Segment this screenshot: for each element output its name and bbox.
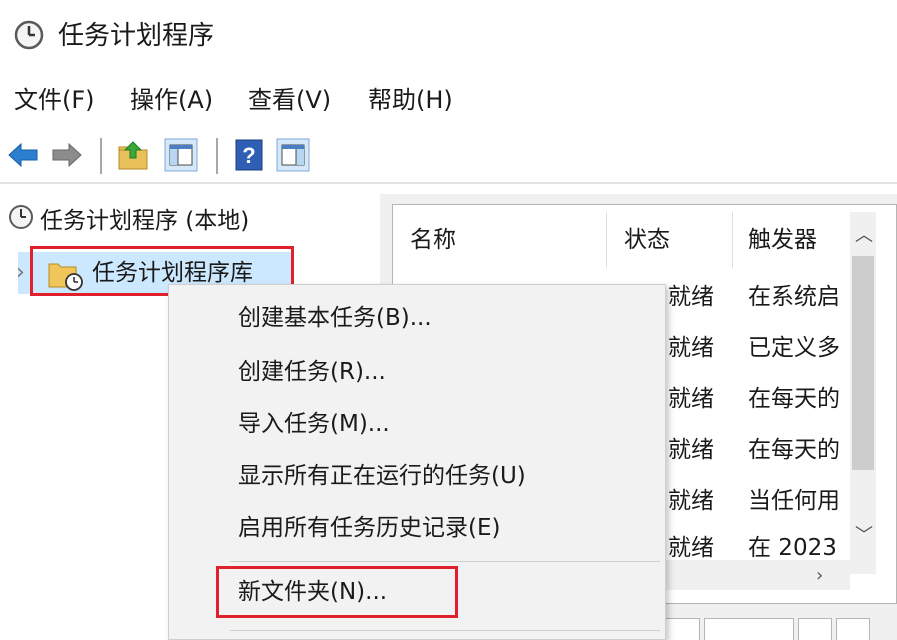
help-icon[interactable]: ? xyxy=(232,138,266,172)
details-tab-strip xyxy=(640,618,880,640)
task-row-trigger[interactable]: 在系统启 xyxy=(748,282,846,312)
up-folder-icon[interactable] xyxy=(116,138,150,172)
vertical-scrollbar-thumb[interactable] xyxy=(852,256,874,470)
menu-separator xyxy=(230,630,660,631)
task-row-trigger[interactable]: 在每天的 xyxy=(748,435,846,465)
forward-arrow-icon[interactable] xyxy=(50,138,84,172)
task-row-status[interactable]: 就绪 xyxy=(668,333,734,363)
task-row-status[interactable]: 就绪 xyxy=(668,533,734,560)
menu-item-display-running-tasks[interactable]: 显示所有正在运行的任务(U) xyxy=(238,460,526,492)
clock-icon xyxy=(14,20,44,50)
back-arrow-icon[interactable] xyxy=(6,138,40,172)
menu-item-create-task[interactable]: 创建任务(R)... xyxy=(238,356,386,388)
highlight-box-new-folder xyxy=(216,566,458,618)
menu-action[interactable]: 操作(A) xyxy=(130,84,213,116)
column-separator[interactable] xyxy=(732,212,733,268)
tree-root-label: 任务计划程序 (本地) xyxy=(40,208,250,234)
task-row-trigger[interactable]: 在 2023 xyxy=(748,533,846,560)
column-status[interactable]: 状态 xyxy=(624,224,670,256)
window-title: 任务计划程序 xyxy=(58,21,215,51)
menu-file[interactable]: 文件(F) xyxy=(14,84,95,116)
column-separator[interactable] xyxy=(606,212,607,268)
task-row-status[interactable]: 就绪 xyxy=(668,435,734,465)
scroll-down-icon[interactable]: ﹀ xyxy=(855,526,873,546)
scroll-right-icon[interactable]: › xyxy=(816,566,823,586)
task-row-status[interactable]: 就绪 xyxy=(668,282,734,312)
menu-item-create-basic-task[interactable]: 创建基本任务(B)... xyxy=(238,302,432,334)
scroll-up-icon[interactable]: ︿ xyxy=(855,226,873,246)
details-tab[interactable] xyxy=(836,618,870,640)
clock-icon xyxy=(8,204,34,230)
show-hide-action-pane-icon[interactable] xyxy=(276,138,310,172)
task-row-trigger[interactable]: 当任何用 xyxy=(748,486,846,516)
toolbar-separator xyxy=(100,138,102,174)
menu-view[interactable]: 查看(V) xyxy=(248,84,331,116)
task-row-status[interactable]: 就绪 xyxy=(668,384,734,414)
task-row-trigger[interactable]: 在每天的 xyxy=(748,384,846,414)
chevron-right-icon[interactable]: › xyxy=(16,260,25,286)
toolbar-separator xyxy=(216,138,218,174)
details-tab[interactable] xyxy=(798,618,832,640)
menu-item-import-task[interactable]: 导入任务(M)... xyxy=(238,408,390,440)
menu-separator xyxy=(230,561,660,562)
task-row-trigger[interactable]: 已定义多 xyxy=(748,333,846,363)
menu-help[interactable]: 帮助(H) xyxy=(368,84,453,116)
menu-item-enable-task-history[interactable]: 启用所有任务历史记录(E) xyxy=(238,512,500,544)
column-name[interactable]: 名称 xyxy=(410,224,456,256)
toolbar-divider xyxy=(0,182,897,184)
svg-text:?: ? xyxy=(242,143,255,168)
show-hide-console-tree-icon[interactable] xyxy=(164,138,198,172)
details-tab[interactable] xyxy=(704,618,794,640)
task-row-status[interactable]: 就绪 xyxy=(668,486,734,516)
column-trigger[interactable]: 触发器 xyxy=(748,224,817,256)
